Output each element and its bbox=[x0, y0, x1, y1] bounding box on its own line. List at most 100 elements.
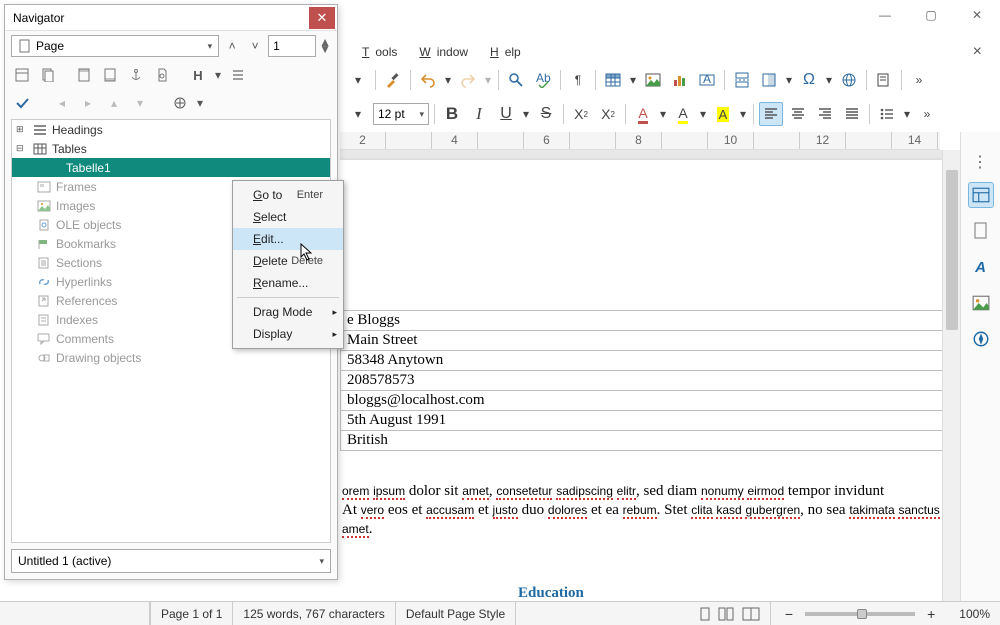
gallery-panel-icon[interactable] bbox=[968, 290, 994, 316]
align-justify-icon[interactable] bbox=[840, 102, 864, 126]
tree-headings[interactable]: ⊞Headings bbox=[12, 120, 330, 139]
dropdown-icon[interactable]: ▾ bbox=[443, 68, 453, 92]
footer-icon[interactable] bbox=[99, 64, 121, 86]
menu-window[interactable]: Window bbox=[407, 43, 474, 61]
dropdown-icon[interactable]: ▾ bbox=[483, 68, 493, 92]
toggle-master-icon[interactable] bbox=[37, 64, 59, 86]
menu-help[interactable]: Help bbox=[478, 43, 527, 61]
align-center-icon[interactable] bbox=[786, 102, 810, 126]
status-pagestyle[interactable]: Default Page Style bbox=[396, 602, 516, 625]
zoom-slider[interactable] bbox=[805, 612, 915, 616]
redo-icon[interactable] bbox=[456, 68, 480, 92]
dropdown-icon[interactable]: ▾ bbox=[521, 102, 531, 126]
header-icon[interactable] bbox=[73, 64, 95, 86]
hyperlink-icon[interactable] bbox=[837, 68, 861, 92]
insert-chart-icon[interactable] bbox=[668, 68, 692, 92]
status-page[interactable]: Page 1 of 1 bbox=[150, 602, 233, 625]
underline-icon[interactable]: U bbox=[494, 102, 518, 126]
special-char-icon[interactable]: Ω bbox=[797, 68, 821, 92]
status-wordcount[interactable]: 125 words, 767 characters bbox=[233, 602, 395, 625]
heading-levels-icon[interactable]: H bbox=[187, 64, 209, 86]
navigator-active-doc-combo[interactable]: Untitled 1 (active)▾ bbox=[11, 549, 331, 573]
strikethrough-icon[interactable]: S bbox=[534, 102, 558, 126]
dropdown-icon[interactable]: ▾ bbox=[784, 68, 794, 92]
highlight-icon[interactable]: A bbox=[671, 102, 695, 126]
insert-textbox-icon[interactable]: A bbox=[695, 68, 719, 92]
page-panel-icon[interactable] bbox=[968, 218, 994, 244]
undo-icon[interactable] bbox=[416, 68, 440, 92]
ctx-goto[interactable]: Go toEnter bbox=[233, 184, 343, 206]
move-down-icon[interactable]: ▾ bbox=[129, 92, 151, 114]
demote-chapter-icon[interactable]: ▸ bbox=[77, 92, 99, 114]
zoom-out-icon[interactable]: − bbox=[781, 606, 797, 622]
insert-image-icon[interactable] bbox=[641, 68, 665, 92]
vertical-scrollbar[interactable] bbox=[942, 150, 960, 601]
close-button[interactable]: ✕ bbox=[954, 0, 1000, 30]
ctx-edit[interactable]: Edit... bbox=[233, 228, 343, 250]
align-left-icon[interactable] bbox=[759, 102, 783, 126]
single-page-view-icon[interactable] bbox=[698, 607, 712, 621]
font-color-icon[interactable]: A bbox=[631, 102, 655, 126]
ctx-delete[interactable]: DeleteDelete bbox=[233, 250, 343, 272]
book-view-icon[interactable] bbox=[742, 607, 760, 621]
dropdown-icon[interactable]: ▾ bbox=[698, 102, 708, 126]
dropdown-icon[interactable]: ▾ bbox=[195, 92, 205, 114]
tree-item-tabelle1[interactable]: Tabelle1 bbox=[12, 158, 330, 177]
content-view-icon[interactable] bbox=[11, 64, 33, 86]
ctx-select[interactable]: Select bbox=[233, 206, 343, 228]
promote-chapter-icon[interactable]: ◂ bbox=[51, 92, 73, 114]
ctx-display[interactable]: Display bbox=[233, 323, 343, 345]
bold-icon[interactable]: B bbox=[440, 102, 464, 126]
spin-down-icon[interactable]: ▼ bbox=[319, 46, 331, 53]
more-icon[interactable]: » bbox=[907, 68, 931, 92]
dropdown-icon[interactable]: ▾ bbox=[346, 102, 370, 126]
insert-field-icon[interactable] bbox=[757, 68, 781, 92]
align-right-icon[interactable] bbox=[813, 102, 837, 126]
list-box-icon[interactable] bbox=[227, 64, 249, 86]
reminder-icon[interactable] bbox=[151, 64, 173, 86]
paintbrush-icon[interactable] bbox=[381, 68, 405, 92]
italic-icon[interactable]: I bbox=[467, 102, 491, 126]
dropdown-icon[interactable]: ▾ bbox=[213, 64, 223, 86]
bullets-icon[interactable] bbox=[875, 102, 899, 126]
dropdown-icon[interactable]: ▾ bbox=[902, 102, 912, 126]
multi-page-view-icon[interactable] bbox=[718, 607, 736, 621]
zoom-in-icon[interactable]: + bbox=[923, 606, 939, 622]
dropdown-icon[interactable]: ▾ bbox=[628, 68, 638, 92]
previous-icon[interactable]: ˄ bbox=[222, 36, 242, 56]
ctx-dragmode[interactable]: Drag Mode bbox=[233, 301, 343, 323]
footnote-icon[interactable] bbox=[872, 68, 896, 92]
check-icon[interactable] bbox=[11, 92, 33, 114]
document-area[interactable]: e BloggsMain Street58348 Anytown20857857… bbox=[340, 150, 942, 601]
superscript-icon[interactable]: X2 bbox=[569, 102, 593, 126]
tree-tables[interactable]: ⊟Tables bbox=[12, 139, 330, 158]
page-number-field[interactable] bbox=[268, 35, 316, 57]
zoom-percent[interactable]: 100% bbox=[949, 602, 1000, 625]
navigate-by-combo[interactable]: Page▾ bbox=[11, 35, 219, 57]
maximize-button[interactable]: ▢ bbox=[908, 0, 954, 30]
anchor-icon[interactable] bbox=[125, 64, 147, 86]
spellcheck-icon[interactable]: Abç bbox=[531, 68, 555, 92]
formatting-marks-icon[interactable]: ¶ bbox=[566, 68, 590, 92]
sidebar-menu-icon[interactable]: ⋮ bbox=[972, 152, 989, 172]
page-break-icon[interactable] bbox=[730, 68, 754, 92]
navigator-close-button[interactable]: ✕ bbox=[309, 7, 335, 29]
next-icon[interactable]: ˅ bbox=[245, 36, 265, 56]
subscript-icon[interactable]: X2 bbox=[596, 102, 620, 126]
styles-panel-icon[interactable]: A bbox=[968, 254, 994, 280]
menu-tools[interactable]: TToolsools bbox=[350, 43, 403, 61]
char-highlight-icon[interactable]: A bbox=[711, 102, 735, 126]
properties-panel-icon[interactable] bbox=[968, 182, 994, 208]
move-up-icon[interactable]: ▴ bbox=[103, 92, 125, 114]
close-document-button[interactable]: × bbox=[967, 41, 988, 63]
dropdown-icon[interactable]: ▾ bbox=[738, 102, 748, 126]
tree-drawing[interactable]: Drawing objects bbox=[12, 348, 330, 367]
dropdown-icon[interactable]: ▾ bbox=[658, 102, 668, 126]
font-size-field[interactable]: 12 pt▾ bbox=[373, 103, 429, 125]
drag-mode-icon[interactable] bbox=[169, 92, 191, 114]
document-table[interactable]: e BloggsMain Street58348 Anytown20857857… bbox=[340, 310, 942, 451]
dropdown-icon[interactable]: ▾ bbox=[346, 68, 370, 92]
more-icon[interactable]: » bbox=[915, 102, 939, 126]
dropdown-icon[interactable]: ▾ bbox=[824, 68, 834, 92]
insert-table-icon[interactable] bbox=[601, 68, 625, 92]
